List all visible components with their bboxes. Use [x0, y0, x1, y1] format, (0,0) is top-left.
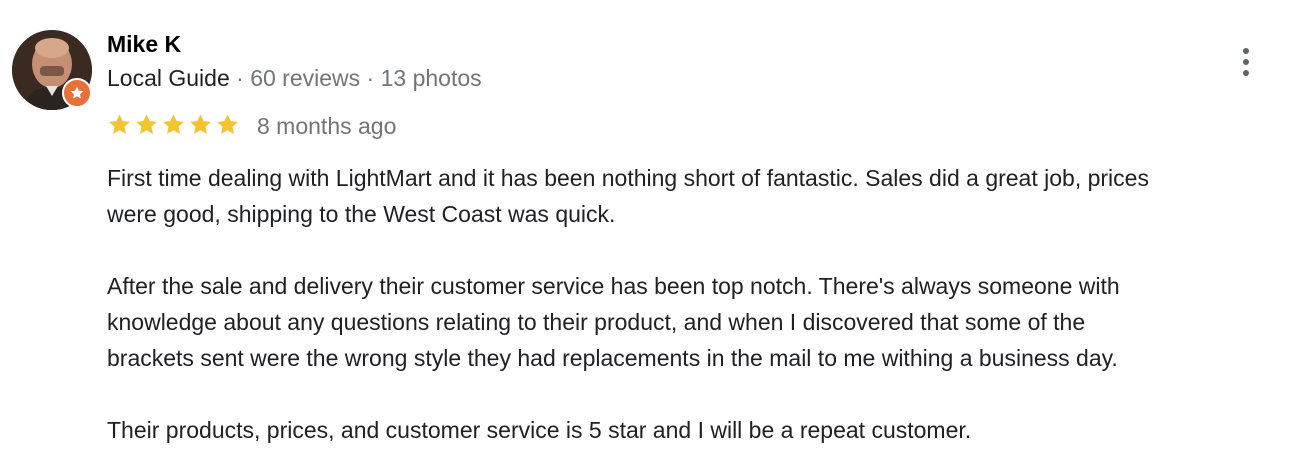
- author-meta: Local Guide · 60 reviews · 13 photos: [107, 64, 482, 92]
- review-paragraph: After the sale and delivery their custom…: [107, 273, 1120, 371]
- review-paragraph: First time dealing with LightMart and it…: [107, 165, 1149, 227]
- review-card: Mike K Local Guide · 60 reviews · 13 pho…: [0, 0, 1310, 466]
- reviews-count: 60 reviews: [250, 65, 361, 91]
- star-icon: [136, 114, 157, 134]
- review-time: 8 months ago: [257, 113, 397, 139]
- review-paragraph: Their products, prices, and customer ser…: [107, 417, 972, 443]
- star-icon: [163, 114, 184, 134]
- meta-separator: ·: [229, 65, 251, 91]
- star-icon: [109, 114, 130, 134]
- review-text: First time dealing with LightMart and it…: [107, 160, 1307, 448]
- star-icon: [190, 114, 211, 134]
- local-guide-star-icon: [62, 78, 92, 108]
- photos-count: 13 photos: [380, 65, 482, 91]
- rating-row: 8 months ago: [106, 110, 396, 140]
- more-options-button[interactable]: [1230, 42, 1262, 82]
- more-vert-icon: [1243, 48, 1249, 54]
- author-role[interactable]: Local Guide: [107, 65, 230, 91]
- author-name[interactable]: Mike K: [107, 30, 181, 58]
- star-rating: [106, 112, 241, 138]
- star-icon: [217, 114, 238, 134]
- meta-separator: ·: [360, 65, 381, 91]
